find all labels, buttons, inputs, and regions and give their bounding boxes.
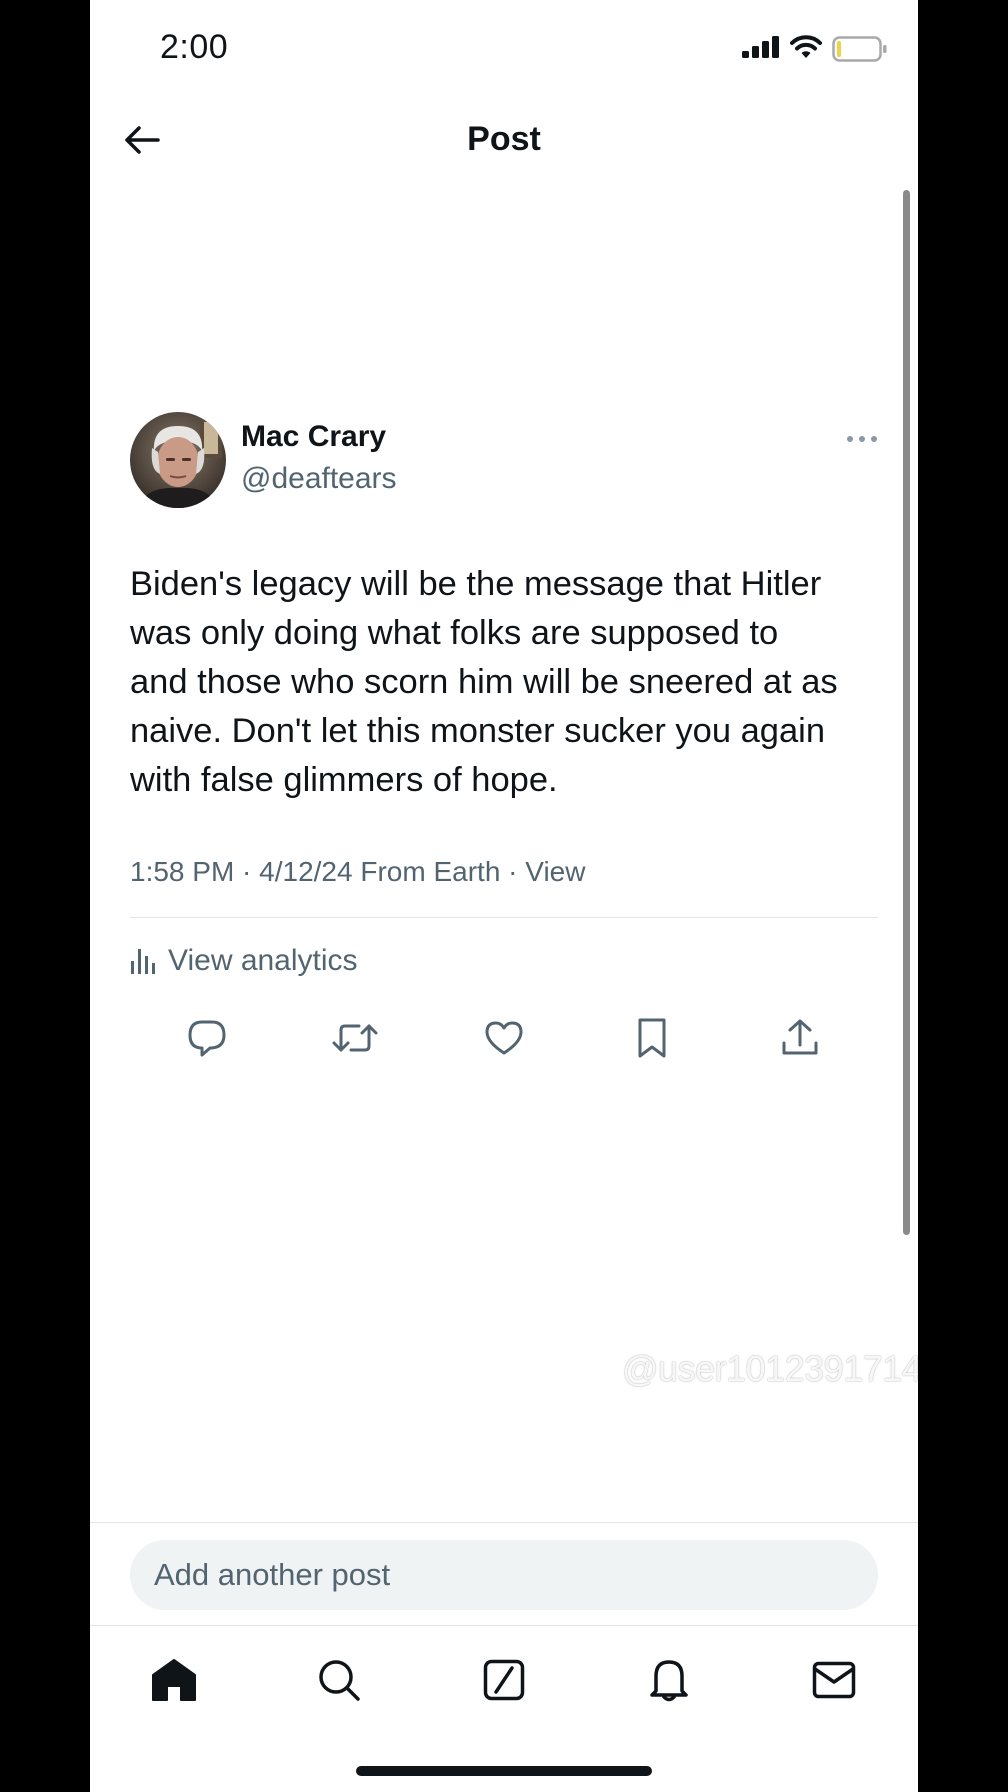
tab-grok[interactable] — [474, 1652, 534, 1708]
post-timestamp: 1:58 PM · 4/12/24 From Earth · View — [130, 856, 586, 887]
bookmark-icon — [638, 1018, 666, 1058]
reply-icon — [188, 1020, 226, 1057]
grok-icon — [483, 1659, 525, 1701]
add-post-input[interactable] — [130, 1540, 878, 1610]
tab-search[interactable] — [309, 1652, 369, 1708]
view-analytics-link[interactable]: View analytics — [130, 944, 358, 978]
author-name[interactable]: Mac Crary — [241, 420, 386, 454]
cellular-signal-icon — [742, 36, 782, 63]
phone-screen: 2:00 Post Mac Crary @deaftears Biden's l… — [90, 0, 918, 1792]
repost-button[interactable] — [327, 1015, 383, 1061]
tab-messages[interactable] — [804, 1652, 864, 1708]
tiktok-logo-icon — [547, 1351, 577, 1386]
mail-icon — [812, 1661, 856, 1699]
analytics-icon — [131, 949, 155, 974]
scrollbar[interactable] — [903, 190, 910, 1235]
more-horizontal-icon — [847, 436, 877, 442]
user-icon — [586, 1353, 616, 1386]
home-icon — [152, 1659, 196, 1701]
wifi-icon — [790, 34, 822, 65]
post-text: Biden's legacy will be the message that … — [130, 565, 838, 799]
divider — [90, 1625, 918, 1626]
avatar[interactable] — [130, 412, 226, 508]
reply-button[interactable] — [179, 1015, 235, 1061]
divider — [90, 1522, 918, 1523]
tiktok-watermark: @user1012391714397 — [546, 1348, 918, 1390]
bell-icon — [650, 1660, 688, 1702]
more-options-button[interactable] — [842, 428, 882, 450]
watermark-username: @user1012391714397 — [622, 1348, 918, 1389]
page-title: Post — [467, 120, 541, 158]
view-analytics-label: View analytics — [168, 944, 358, 977]
author-handle[interactable]: @deaftears — [241, 462, 397, 496]
divider — [130, 917, 878, 918]
heart-icon — [485, 1021, 523, 1055]
tab-home[interactable] — [144, 1652, 204, 1708]
home-indicator — [356, 1766, 652, 1776]
share-button[interactable] — [772, 1015, 828, 1061]
like-button[interactable] — [476, 1015, 532, 1061]
bookmark-button[interactable] — [624, 1015, 680, 1061]
share-icon — [782, 1019, 818, 1055]
repost-icon — [332, 1024, 378, 1052]
tab-notifications[interactable] — [639, 1652, 699, 1708]
battery-icon — [832, 36, 888, 67]
status-time: 2:00 — [160, 28, 229, 66]
search-icon — [319, 1660, 360, 1701]
